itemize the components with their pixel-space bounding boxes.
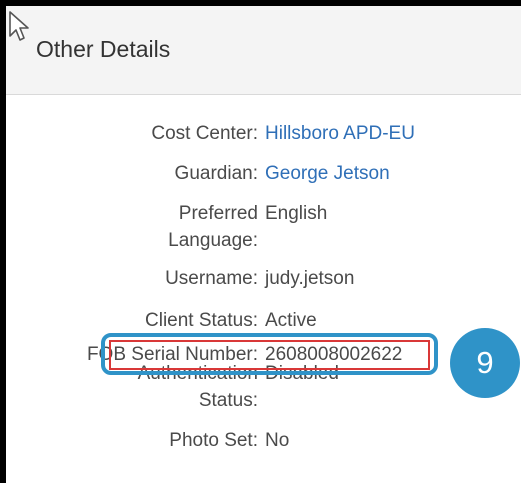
field-label: Preferred Language: [58,200,258,254]
step-number-badge: 9 [450,328,520,398]
field-label: Photo Set: [169,430,258,451]
field-label: Cost Center: [151,123,258,144]
callout-highlight-inner-box [109,340,430,370]
field-label-line: Status: [198,390,258,411]
field-label: Client Status: [145,310,258,331]
field-label: Username: [165,268,258,289]
panel-title: Other Details [36,36,171,62]
panel-header: Other Details [6,6,521,95]
screenshot-frame: Other Details Cost Center: Hillsboro APD… [0,0,521,483]
field-label-line: Language: [168,230,258,251]
guardian-link[interactable]: George Jetson [265,160,390,187]
field-value: English [265,203,328,224]
field-label-line: Preferred [178,203,258,224]
other-details-panel: Other Details Cost Center: Hillsboro APD… [6,6,521,483]
field-value: Active [265,310,317,331]
field-label: Guardian: [174,163,258,184]
field-value: No [265,430,290,451]
field-value: judy.jetson [265,268,355,289]
cost-center-link[interactable]: Hillsboro APD-EU [265,120,415,147]
mouse-pointer-icon [9,11,29,41]
